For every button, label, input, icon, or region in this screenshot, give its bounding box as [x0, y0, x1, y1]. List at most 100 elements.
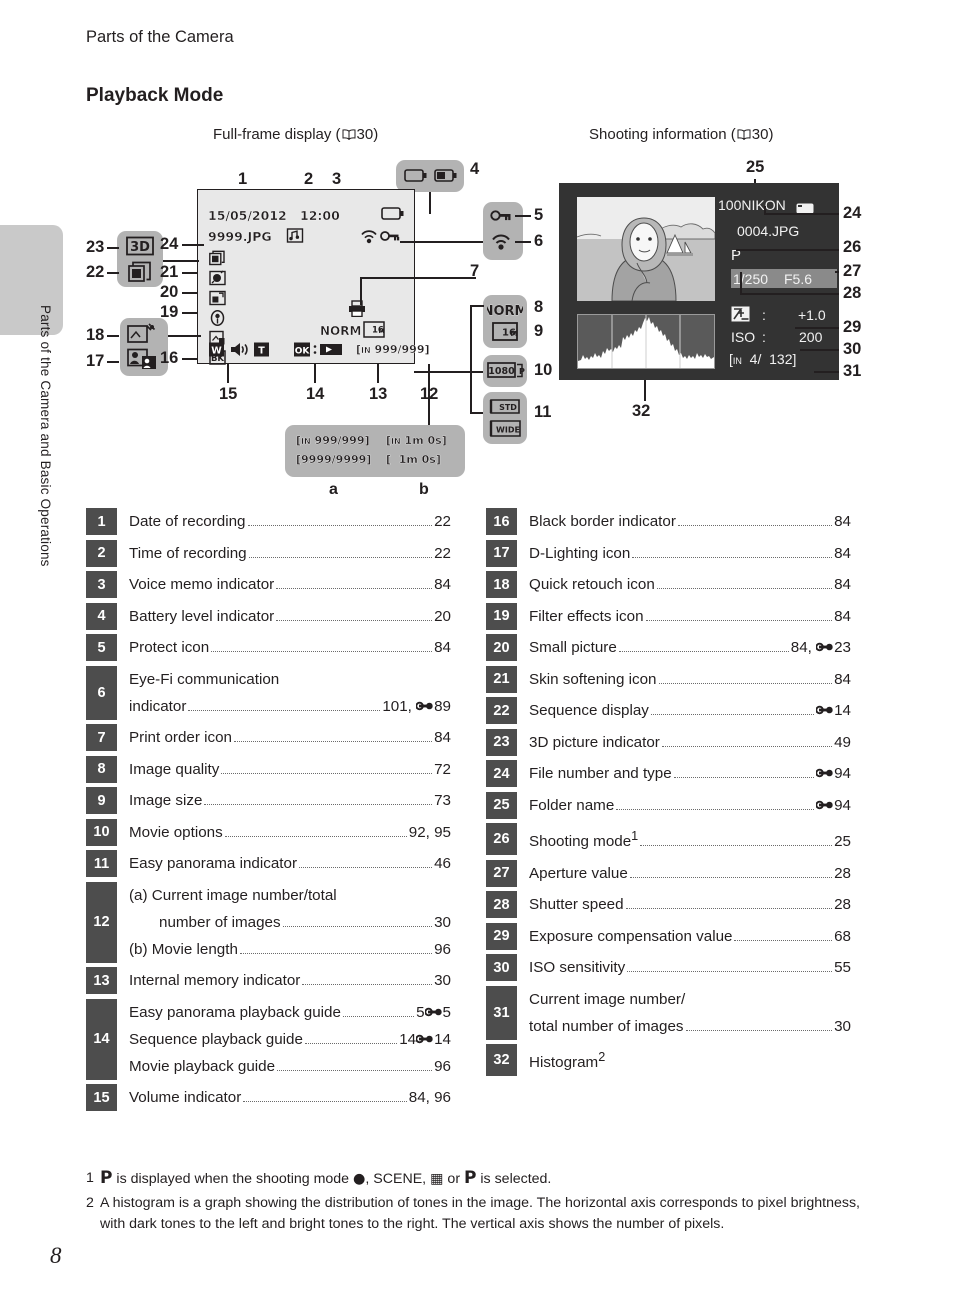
lcd-ok-play-guide: OK	[294, 342, 348, 357]
legend-row: 28 Shutter speed 28	[486, 891, 851, 919]
leader-line-18b	[168, 335, 201, 337]
leader-line-18	[107, 335, 119, 337]
figure-number-14: 14	[306, 385, 325, 403]
legend-row-number: 4	[86, 602, 117, 630]
leader-dots	[302, 984, 433, 985]
legend-row: 3 Voice memo indicator 84	[86, 571, 451, 598]
leader-line-13	[377, 364, 379, 383]
counter-value-a1: 999/999	[314, 434, 365, 447]
reference-symbol-icon	[815, 760, 833, 778]
page-number: 8	[50, 1243, 62, 1268]
running-title: Parts of the Camera	[86, 28, 234, 46]
figure-number-23: 23	[86, 238, 105, 256]
leader-dots	[661, 745, 833, 747]
legend-row: 29 Exposure compensation value 68	[486, 922, 851, 950]
legend-entry-label: Image size	[129, 792, 203, 809]
legend-entry: Shutter speed 28	[529, 891, 851, 918]
legend-row: 6 Eye-Fi communication indicator 101, 89	[86, 665, 451, 720]
counter-example-line1-right: [IN 1m 0s]	[386, 434, 447, 447]
figure-number-28: 28	[843, 284, 862, 302]
callout-battery-cluster	[396, 160, 464, 192]
legend-row-number: 11	[86, 850, 117, 877]
special-effects-icon: ▦	[430, 1171, 444, 1187]
legend-row-body: Small picture 84, 23	[517, 634, 851, 661]
legend-page-number: 84	[834, 513, 851, 530]
lcd-date: 15/05/2012	[208, 208, 287, 223]
figure-number-26: 26	[843, 238, 862, 256]
legend-entry: Black border indicator 84	[529, 508, 851, 535]
callout-label-b: b	[419, 481, 429, 498]
legend-row: 21 Skin softening icon 84	[486, 665, 851, 693]
lcd-eye-fi-icon	[360, 228, 378, 244]
legend-page-number: 25	[834, 833, 851, 851]
legend-entry-label: Sequence playback guide	[129, 1030, 303, 1048]
legend-entry-label: Date of recording	[129, 513, 246, 530]
lcd-volume-indicator: W T	[209, 342, 271, 357]
leader-dots	[645, 619, 833, 621]
leader-line-15	[227, 364, 229, 383]
callout-protect-icon	[490, 208, 512, 223]
leader-line-5	[515, 215, 531, 217]
legend-entry-label: Movie playback guide	[129, 1057, 276, 1075]
reference-symbol-icon	[415, 693, 433, 710]
leader-line-16	[182, 358, 198, 360]
legend-entry: Internal memory indicator 30	[129, 967, 451, 994]
figure-number-5: 5	[534, 206, 544, 224]
leader-line-22b	[163, 260, 199, 262]
leader-dots	[188, 709, 381, 711]
legend-page-number: 84	[834, 670, 851, 688]
legend-entry-label: D-Lighting icon	[529, 544, 631, 562]
leader-line-10b	[414, 371, 483, 373]
aperture-value: F5.6	[784, 271, 813, 287]
counter-total: 132]	[769, 351, 797, 367]
callout-quick-retouch-icon	[127, 323, 157, 345]
legend-entry-label: Battery level indicator	[129, 607, 275, 625]
legend-entry-label: Folder name	[529, 796, 615, 814]
iso-label: ISO	[731, 329, 756, 345]
legend-entry-label: Filter effects icon	[529, 607, 644, 625]
footnote-text-1: is displayed when the shooting mode	[112, 1171, 354, 1187]
leader-dots	[734, 939, 833, 941]
internal-memory-indicator: IN	[732, 356, 742, 366]
callout-image-size-icon: 16 M	[492, 322, 518, 342]
leader-dots	[342, 1015, 415, 1017]
svg-text:NORM: NORM	[487, 304, 523, 319]
legend-entry-label: Easy panorama playback guide	[129, 1003, 341, 1021]
figure-number-29: 29	[843, 318, 862, 336]
legend-entry: Time of recording 22	[129, 540, 451, 567]
legend-row: 4 Battery level indicator 20	[86, 602, 451, 630]
caption-text-close: )	[768, 126, 774, 143]
leader-dots	[656, 588, 833, 589]
leader-line-24c	[764, 206, 766, 214]
histogram	[577, 314, 715, 369]
legend-entry-label: Quick retouch icon	[529, 576, 655, 593]
legend-row: 11 Easy panorama indicator 46	[86, 850, 451, 877]
svg-text:M: M	[379, 328, 385, 335]
legend-page-number: 96	[434, 1057, 451, 1075]
figure-number-16: 16	[160, 349, 179, 367]
folder-name: 100NIKON	[718, 197, 786, 213]
battery-half-icon	[434, 169, 457, 182]
legend-row: 13 Internal memory indicator 30	[86, 967, 451, 994]
legend-entry: Volume indicator 84, 96	[129, 1084, 451, 1111]
legend-row-number: 21	[486, 665, 517, 693]
leader-line-26	[736, 249, 839, 251]
legend-page-number: 84	[434, 639, 451, 656]
legend-row: 22 Sequence display 14	[486, 697, 851, 724]
legend-entry-label: Image quality	[129, 760, 220, 778]
legend-entry-text: Current image number/	[529, 990, 686, 1008]
leader-dots	[276, 619, 433, 621]
file-name: 0004.JPG	[737, 223, 800, 239]
legend-row-body: Easy panorama indicator 46	[117, 850, 451, 877]
leader-dots	[299, 867, 433, 868]
svg-text:P: P	[519, 367, 525, 376]
leader-line-8to11	[470, 305, 472, 413]
legend-page-number: 49	[834, 733, 851, 751]
legend-row: 26 Shooting mode1 25	[486, 823, 851, 856]
figure-number-11: 11	[534, 403, 552, 421]
image-thumbnail	[576, 197, 716, 302]
legend-page-number: 84	[834, 576, 851, 593]
legend-entry-label: Voice memo indicator	[129, 576, 275, 593]
svg-text:W: W	[211, 346, 222, 357]
image-counter: [IN 4/ 132]	[729, 351, 797, 367]
